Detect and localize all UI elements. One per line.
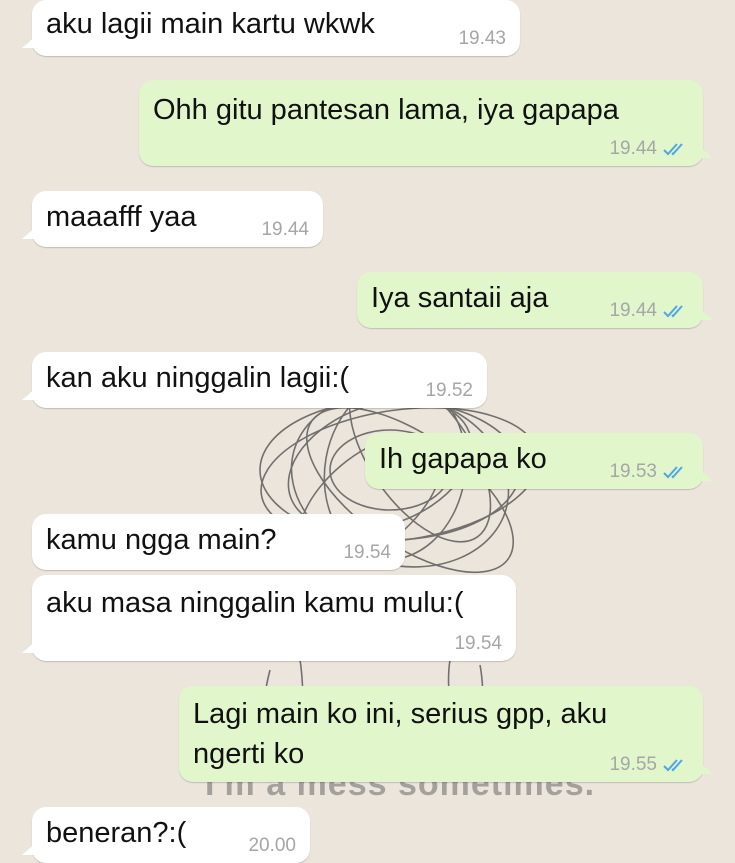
bubble-tail [22,388,36,400]
message-timestamp: 20.00 [248,835,296,857]
bubble-tail [22,36,36,48]
timestamp-text: 19.52 [425,380,473,401]
message-text: maaafff yaa [46,201,197,233]
message-timestamp: 19.54 [454,633,502,655]
message-text: Ohh gitu pantesan lama, iya gapapa [153,94,619,126]
timestamp-text: 20.00 [248,835,296,856]
message-text: aku masa ninggalin kamu mulu:( [46,587,464,619]
message-timestamp: 19.55 [609,754,689,776]
read-receipt-icon [663,143,683,156]
message-bubble-incoming[interactable]: kamu ngga main? 19.54 [32,514,405,570]
timestamp-text: 19.54 [454,633,502,654]
timestamp-text: 19.44 [609,138,657,159]
message-bubble-incoming[interactable]: beneran?:( 20.00 [22,807,310,863]
message-text: Iya santaii aja [371,282,549,314]
message-text: Lagi main ko ini, serius gpp, aku ngerti… [193,698,608,770]
message-bubble-incoming[interactable]: aku lagii main kartu wkwk 19.43 [22,0,520,56]
message-text: kamu ngga main? [46,524,277,556]
timestamp-text: 19.44 [609,300,657,321]
message-timestamp: 19.44 [609,300,689,322]
bubble-tail [22,843,36,855]
timestamp-text: 19.43 [458,28,506,49]
bubble-tail [699,469,713,481]
timestamp-text: 19.55 [609,754,657,775]
bubble-tail [22,641,36,653]
message-bubble-incoming[interactable]: aku masa ninggalin kamu mulu:( 19.54 [22,575,516,661]
message-timestamp: 19.53 [609,461,689,483]
message-timestamp: 19.44 [261,219,309,241]
message-bubble-outgoing[interactable]: Ih gapapa ko 19.53 [365,433,713,489]
read-receipt-icon [663,305,683,318]
message-timestamp: 19.43 [458,28,506,50]
message-text: kan aku ninggalin lagii:( [46,362,350,394]
message-bubble-outgoing[interactable]: Lagi main ko ini, serius gpp, aku ngerti… [179,686,713,782]
message-bubble-outgoing[interactable]: Iya santaii aja 19.44 [357,272,713,328]
message-timestamp: 19.52 [425,380,473,402]
bubble-tail [699,146,713,158]
read-receipt-icon [663,466,683,479]
message-text: beneran?:( [46,817,187,849]
timestamp-text: 19.44 [261,219,309,240]
message-timestamp: 19.44 [609,138,689,160]
timestamp-text: 19.53 [609,461,657,482]
bubble-tail [699,762,713,774]
message-timestamp: 19.54 [343,542,391,564]
message-text: Ih gapapa ko [379,443,547,475]
timestamp-text: 19.54 [343,542,391,563]
message-bubble-incoming[interactable]: maaafff yaa 19.44 [22,191,323,247]
bubble-tail [699,308,713,320]
message-text: aku lagii main kartu wkwk [46,8,375,40]
bubble-tail [22,227,36,239]
message-bubble-incoming[interactable]: kan aku ninggalin lagii:( 19.52 [22,352,487,408]
read-receipt-icon [663,759,683,772]
message-bubble-outgoing[interactable]: Ohh gitu pantesan lama, iya gapapa 19.44 [139,80,713,166]
